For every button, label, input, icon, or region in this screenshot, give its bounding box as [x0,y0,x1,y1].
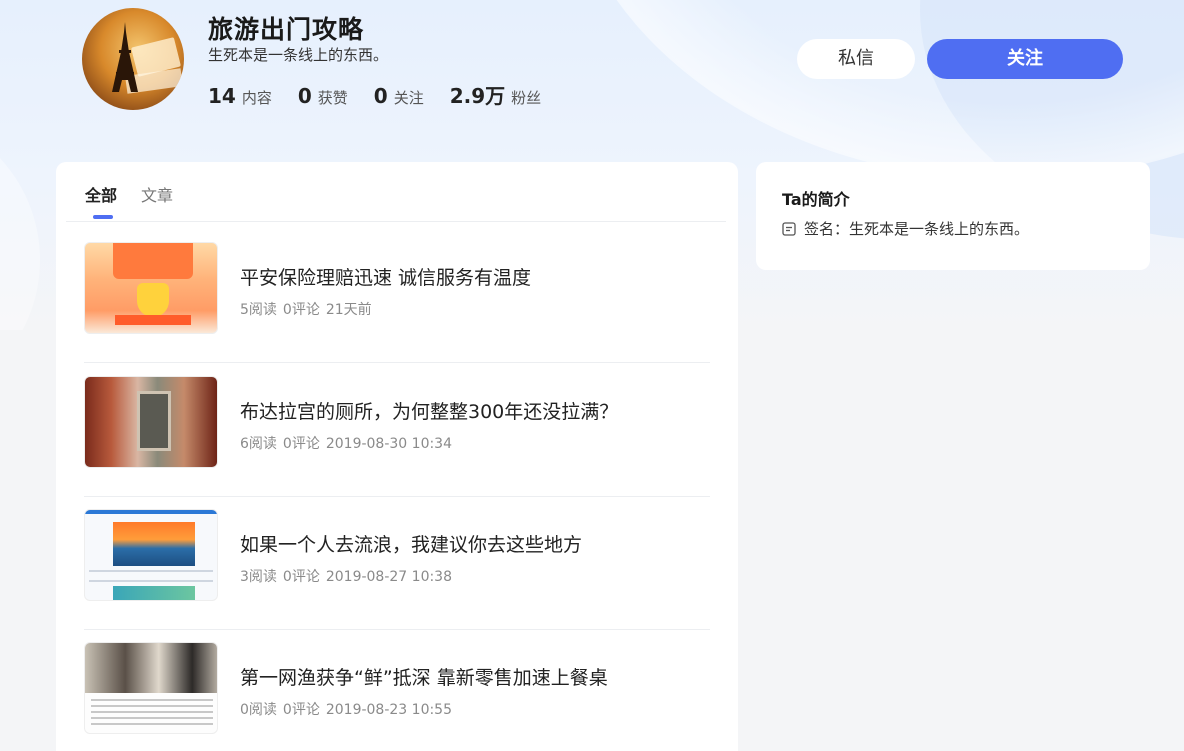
article-item[interactable]: 平安保险理赔迅速 诚信服务有温度 5阅读 0评论 21天前 [84,229,710,363]
article-item[interactable]: 如果一个人去流浪，我建议你去这些地方 3阅读 0评论 2019-08-27 10:3… [84,496,710,630]
document-icon [782,221,796,236]
stat-number: 14 [208,84,236,108]
article-title[interactable]: 布达拉宫的厕所，为何整整300年还没拉满？ [240,397,618,424]
article-comments: 0评论 [282,302,320,318]
article-comments: 0评论 [282,569,320,585]
article-reads: 5阅读 [240,302,277,318]
thumbnail-graphic [113,586,195,600]
thumbnail-graphic [85,643,217,693]
tab-bar: 全部 文章 [66,162,726,222]
tab-all[interactable]: 全部 [85,182,117,206]
article-comments: 0评论 [282,702,320,718]
thumbnail-graphic [91,699,213,729]
intro-title: Ta的简介 [782,190,850,209]
intro-signature: 签名：生死本是一条线上的东西。 [782,218,1029,239]
thumbnail-graphic [137,391,171,451]
article-time: 21天前 [325,302,372,318]
follow-button[interactable]: 关注 [927,39,1123,79]
thumbnail-graphic [113,522,195,566]
profile-stats: 14 内容 0 获赞 0 关注 2.9万 粉丝 [208,80,567,109]
article-meta: 3阅读 0评论 2019-08-27 10:38 [240,566,458,586]
article-title[interactable]: 第一网渔获争“鲜”抵深 靠新零售加速上餐桌 [240,663,608,690]
stat-number: 2.9万 [449,84,506,108]
article-title[interactable]: 如果一个人去流浪，我建议你去这些地方 [240,530,582,557]
article-thumbnail[interactable] [84,242,218,334]
article-item[interactable]: 布达拉宫的厕所，为何整整300年还没拉满？ 6阅读 0评论 2019-08-30 1… [84,363,710,497]
stat-label: 获赞 [317,89,348,107]
stat-content[interactable]: 14 内容 [208,84,272,108]
stat-followers[interactable]: 2.9万 粉丝 [450,80,541,109]
tab-articles[interactable]: 文章 [141,182,173,206]
thumbnail-graphic [113,243,193,279]
content-panel: 全部 文章 平安保险理赔迅速 诚信服务有温度 5阅读 0评论 21天前 布达拉宫的厕… [56,162,738,751]
background-decoration [0,110,40,330]
stat-label: 内容 [241,89,272,107]
eiffel-tower-icon [112,22,138,92]
stat-label: 关注 [393,89,424,107]
stat-number: 0 [297,84,312,108]
article-thumbnail[interactable] [84,509,218,601]
article-title[interactable]: 平安保险理赔迅速 诚信服务有温度 [240,263,531,290]
article-time: 2019-08-30 10:34 [325,436,453,452]
article-time: 2019-08-27 10:38 [325,569,453,585]
intro-signature-text: 签名：生死本是一条线上的东西。 [804,220,1030,238]
message-button[interactable]: 私信 [797,39,915,79]
article-item[interactable]: 第一网渔获争“鲜”抵深 靠新零售加速上餐桌 0阅读 0评论 2019-08-23 1… [84,629,710,751]
thumbnail-graphic [85,510,217,514]
article-meta: 5阅读 0评论 21天前 [240,299,378,319]
avatar[interactable] [82,8,184,110]
shield-icon [137,283,169,317]
article-comments: 0评论 [282,436,320,452]
stat-following[interactable]: 0 关注 [374,84,424,108]
thumbnail-graphic [115,315,191,325]
article-thumbnail[interactable] [84,642,218,734]
user-signature: 生死本是一条线上的东西。 [208,46,389,64]
article-meta: 0阅读 0评论 2019-08-23 10:55 [240,699,458,719]
article-meta: 6阅读 0评论 2019-08-30 10:34 [240,433,458,453]
user-name: 旅游出门攻略 [208,15,365,44]
article-reads: 6阅读 [240,436,277,452]
article-reads: 3阅读 [240,569,277,585]
intro-panel: Ta的简介 签名：生死本是一条线上的东西。 [756,162,1150,270]
stat-label: 粉丝 [511,89,542,107]
active-tab-indicator [93,215,113,219]
article-reads: 0阅读 [240,702,277,718]
article-time: 2019-08-23 10:55 [325,702,453,718]
stat-likes[interactable]: 0 获赞 [298,84,348,108]
stat-number: 0 [373,84,388,108]
background-decoration [560,0,1184,180]
article-thumbnail[interactable] [84,376,218,468]
thumbnail-graphic [89,570,213,582]
